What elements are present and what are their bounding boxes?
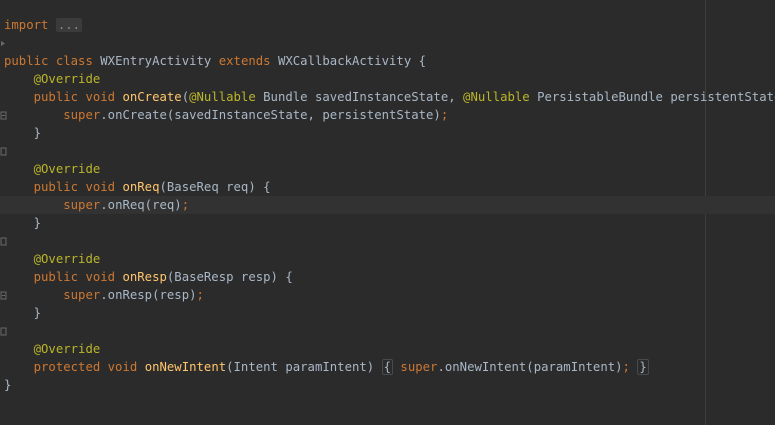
folded-open-brace[interactable]: { — [381, 359, 394, 375]
import-keyword: import — [4, 18, 49, 32]
keyword-extends: extends — [218, 54, 271, 68]
code-line-method-close[interactable]: } — [0, 124, 775, 156]
method-modifiers: public void — [33, 90, 116, 104]
code-line-class-declaration[interactable]: public class WXEntryActivity extends WXC… — [0, 52, 775, 70]
params-open: ( — [181, 90, 190, 104]
method-call: .onResp(resp) — [100, 288, 197, 302]
keyword-class: class — [55, 54, 93, 68]
code-line-method-body[interactable]: super.onCreate(savedInstanceState, persi… — [0, 106, 775, 124]
override-annotation: @Override — [33, 162, 101, 176]
method-name: onNewIntent — [144, 360, 227, 374]
keyword-super: super — [63, 108, 101, 122]
semicolon: ; — [196, 288, 204, 302]
semicolon: ; — [181, 198, 190, 212]
code-line-method-body[interactable]: super.onResp(resp); — [0, 286, 775, 304]
override-annotation: @Override — [33, 72, 101, 86]
code-line-annotation[interactable]: @Override — [0, 160, 775, 178]
param-text: PersistableBundle persistentState) { — [537, 90, 775, 104]
method-modifiers: public void — [33, 270, 116, 284]
keyword-super: super — [63, 288, 101, 302]
code-line-annotation[interactable]: @Override — [0, 250, 775, 268]
method-name: onResp — [122, 270, 167, 284]
method-modifiers: public void — [33, 180, 116, 194]
parent-class-name: WXCallbackActivity — [277, 54, 412, 68]
code-line-method-body-current[interactable]: super.onReq(req); — [0, 196, 775, 214]
method-call: .onCreate(savedInstanceState, persistent… — [100, 108, 441, 122]
method-call: .onNewIntent(paramIntent) — [437, 360, 623, 374]
semicolon: ; — [440, 108, 449, 122]
class-close-brace: } — [4, 378, 12, 392]
code-line-method-signature[interactable]: public void onReq(BaseReq req) { — [0, 178, 775, 210]
keyword-super: super — [63, 198, 101, 212]
override-annotation: @Override — [33, 252, 101, 266]
method-params: (BaseResp resp) { — [166, 270, 293, 284]
method-close-brace: } — [33, 216, 42, 230]
method-call: .onReq(req) — [100, 198, 182, 212]
method-close-brace: } — [33, 306, 42, 320]
code-line-method-signature[interactable]: public void onResp(BaseResp resp) { — [0, 268, 775, 300]
keyword-super: super — [400, 360, 438, 374]
code-line-method-inline[interactable]: protected void onNewIntent(Intent paramI… — [0, 358, 775, 376]
code-line-annotation[interactable]: @Override — [0, 70, 775, 88]
code-line-annotation[interactable]: @Override — [0, 340, 775, 358]
method-modifiers: protected void — [33, 360, 138, 374]
class-open-brace: { — [418, 54, 427, 68]
override-annotation: @Override — [33, 342, 101, 356]
method-params: (BaseReq req) { — [159, 180, 271, 194]
keyword-public: public — [4, 54, 49, 68]
method-close-brace: } — [33, 126, 42, 140]
code-line-method-close[interactable]: } — [0, 304, 775, 336]
code-line-method-signature[interactable]: public void onCreate(@Nullable Bundle sa… — [0, 88, 775, 120]
code-editor[interactable]: import ... public class WXEntryActivity … — [0, 0, 775, 425]
nullable-annotation: @Nullable — [463, 90, 530, 104]
method-name: onCreate — [122, 90, 182, 104]
class-name: WXEntryActivity — [100, 54, 212, 68]
code-line-import[interactable]: import ... — [0, 16, 775, 46]
method-name: onReq — [122, 180, 160, 194]
code-line-class-close[interactable]: } — [0, 376, 775, 394]
param-text: Bundle savedInstanceState, — [255, 90, 464, 104]
folded-imports[interactable]: ... — [55, 18, 83, 32]
nullable-annotation: @Nullable — [189, 90, 256, 104]
method-params: (Intent paramIntent) — [226, 360, 375, 374]
code-line-method-close[interactable]: } — [0, 214, 775, 246]
folded-close-brace[interactable]: } — [637, 359, 649, 375]
semicolon: ; — [622, 360, 630, 374]
